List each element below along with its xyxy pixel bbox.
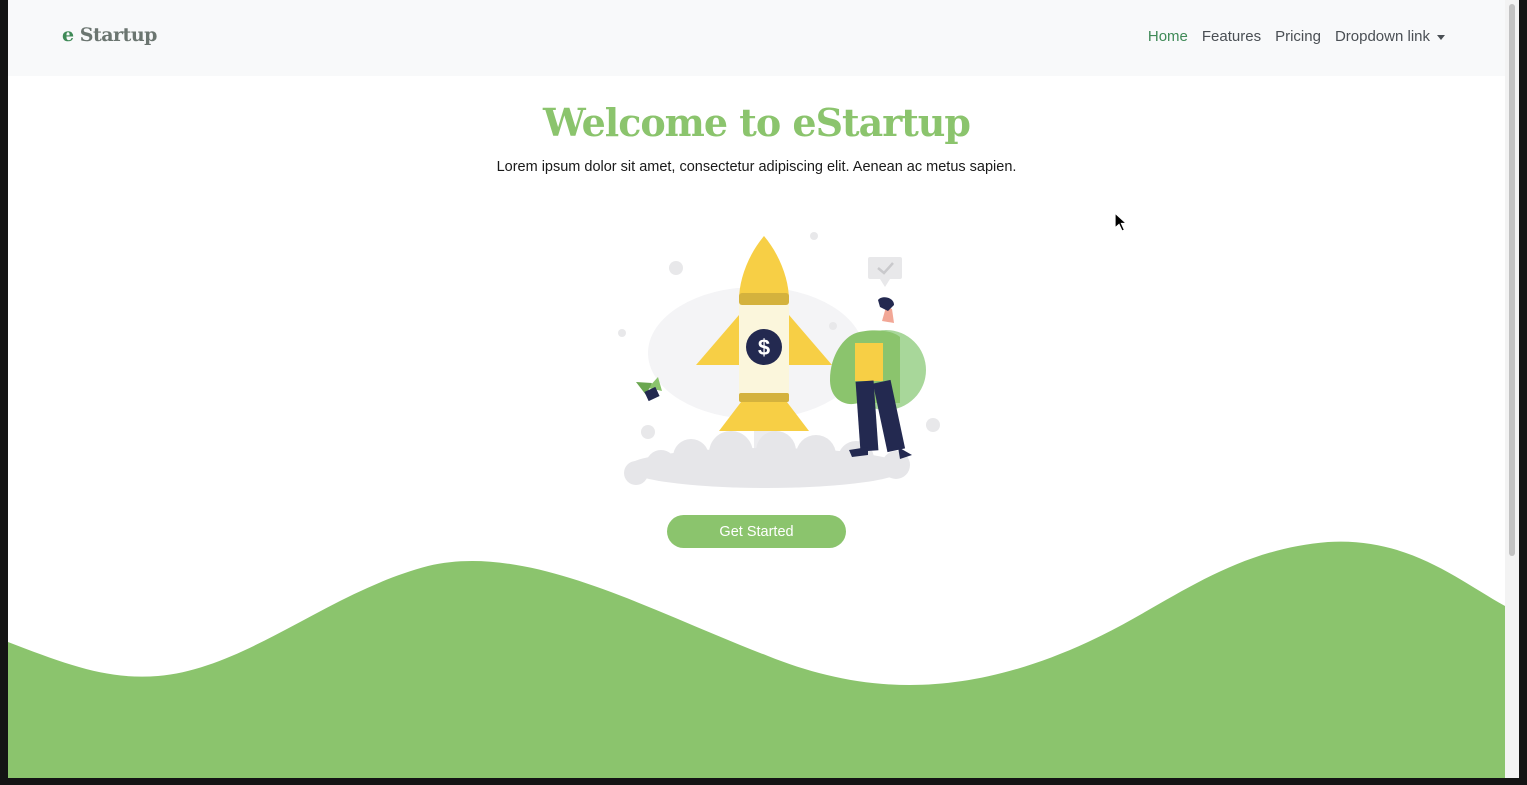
mouse-cursor-icon [1114,212,1128,232]
brand-prefix: e [62,24,74,46]
green-wave-divider [8,541,1505,778]
caret-down-icon [1437,34,1445,40]
navbar: e Startup Home Features Pricing Dropdown… [8,0,1505,76]
brand-logo[interactable]: e Startup [62,24,157,46]
dropdown-label: Dropdown link [1334,28,1430,45]
brand-name: Startup [79,24,158,46]
scrollbar-thumb[interactable] [1509,4,1515,556]
nav-item-features[interactable]: Features [1202,28,1261,45]
rocket-band [739,393,789,402]
decor-dot [618,329,626,337]
rocket-band [739,293,789,305]
nav-item-pricing[interactable]: Pricing [1275,28,1321,45]
nav-item-home[interactable]: Home [1148,28,1188,45]
decor-dot [810,232,818,240]
rocket-launch-illustration: $ [618,232,940,488]
hero-title: Welcome to eStartup [543,100,971,145]
decor-dot [829,322,837,330]
nav-menu: Home Features Pricing Dropdown link [1148,28,1445,45]
browser-viewport: e Startup Home Features Pricing Dropdown… [8,0,1505,778]
check-bubble-icon [868,257,902,287]
decor-dot [641,425,655,439]
dollar-symbol: $ [758,335,770,360]
vertical-scrollbar[interactable] [1505,0,1519,778]
decor-dot [669,261,683,275]
decor-dot [926,418,940,432]
hero-subtitle: Lorem ipsum dolor sit amet, consectetur … [496,159,1017,175]
plant-icon [636,377,662,402]
nav-item-dropdown[interactable]: Dropdown link [1335,28,1445,45]
rocket-nose [739,236,789,300]
